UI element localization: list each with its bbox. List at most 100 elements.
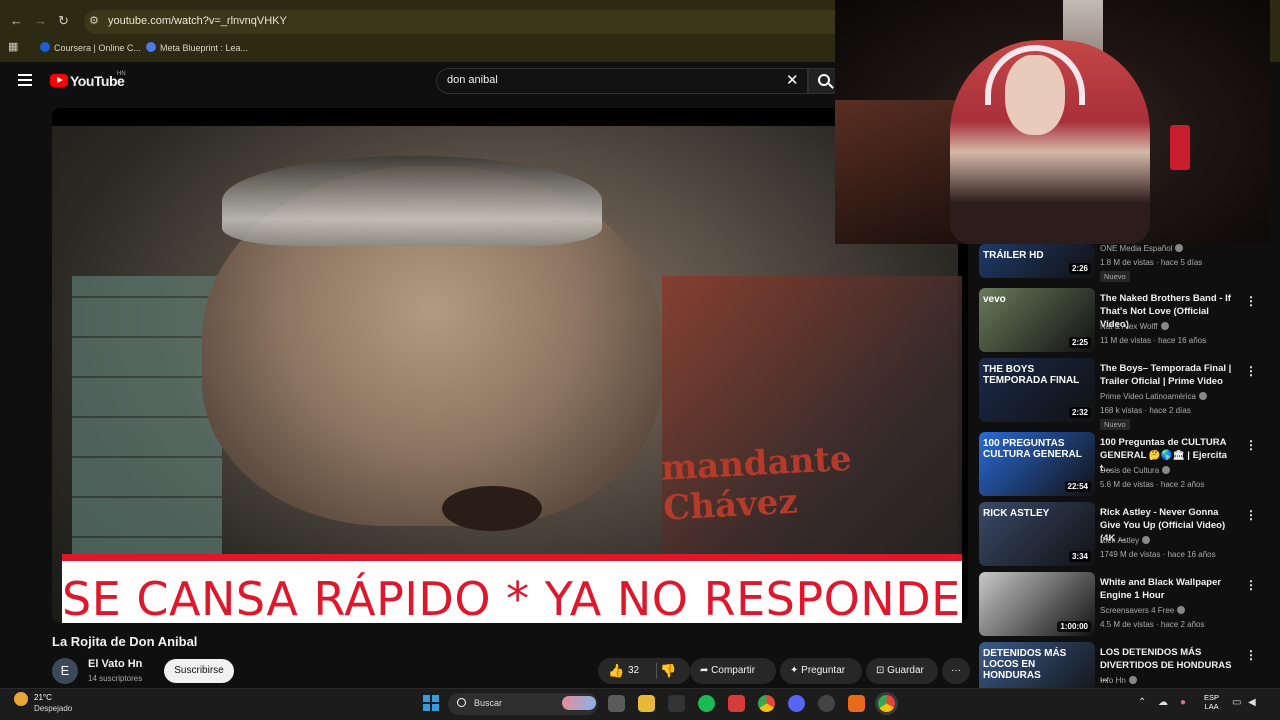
background-tiles	[72, 276, 222, 576]
coursera-icon	[40, 42, 50, 52]
app-icon[interactable]	[668, 695, 685, 712]
weather-icon[interactable]	[14, 692, 28, 706]
channel-label: Screensavers 4 Free	[1100, 606, 1175, 615]
weather-temperature[interactable]: 21°C	[34, 693, 52, 702]
spotify-icon[interactable]	[698, 695, 715, 712]
language-indicator[interactable]: ESP LAA	[1204, 693, 1219, 711]
save-button[interactable]: ⊡ Guardar	[866, 658, 938, 684]
more-options-icon[interactable]: ⋮	[1245, 508, 1257, 522]
site-info-icon[interactable]: ⚙	[89, 14, 99, 27]
recommendation-channel[interactable]: Screensavers 4 Free	[1100, 606, 1186, 615]
task-view-icon[interactable]	[608, 695, 625, 712]
recommendation-item[interactable]: 1:00:00 White and Black Wallpaper Engine …	[979, 572, 1279, 638]
more-options-icon[interactable]: ⋮	[1245, 438, 1257, 452]
network-icon[interactable]: ▭	[1232, 697, 1241, 708]
ask-button[interactable]: ✦ Preguntar	[780, 658, 862, 684]
recommendation-item[interactable]: RICK ASTLEY 3:34 Rick Astley - Never Gonna…	[979, 502, 1279, 568]
mic-icon[interactable]: ●	[1180, 697, 1186, 708]
webcam-overlay	[835, 0, 1270, 244]
recommendation-meta: 4.5 M de vistas · hace 2 años	[1100, 620, 1205, 629]
channel-label: Nat & Alex Wolff	[1100, 322, 1158, 331]
clear-search-icon[interactable]: ✕	[786, 71, 799, 89]
recommendation-channel[interactable]: Dosis de Cultura	[1100, 466, 1171, 475]
channel-label: Rick Astley	[1100, 536, 1140, 545]
recommendation-title[interactable]: White and Black Wallpaper Engine 1 Hour	[1100, 576, 1240, 602]
verified-icon	[1177, 606, 1186, 614]
discord-icon[interactable]	[788, 695, 805, 712]
channel-avatar[interactable]: E	[52, 658, 78, 684]
video-thumbnail[interactable]: TRÁILER HD 2:26	[979, 244, 1095, 278]
save-label: Guardar	[887, 665, 924, 676]
search-icon	[457, 698, 466, 707]
video-duration: 2:26	[1068, 263, 1091, 274]
sparkle-icon: ✦	[790, 665, 799, 676]
apps-grid-icon[interactable]: ▦	[8, 40, 18, 53]
weather-condition[interactable]: Despejado	[34, 704, 72, 713]
video-thumbnail[interactable]: 1:00:00	[979, 572, 1095, 636]
red-cup	[1170, 125, 1190, 170]
search-icon[interactable]	[818, 74, 830, 86]
person-mouth	[442, 486, 542, 531]
chevron-up-icon[interactable]: ⌃	[1138, 697, 1146, 708]
subscriber-count: 14 suscriptores	[88, 674, 143, 683]
like-count[interactable]: 32	[628, 658, 639, 684]
like-dislike-group: 👍 32 👎	[598, 658, 690, 684]
more-actions-button[interactable]: ···	[942, 658, 970, 684]
more-options-icon[interactable]: ⋮	[1245, 294, 1257, 308]
chrome-active-icon[interactable]	[878, 695, 895, 712]
channel-label: Prime Video Latinoamérica	[1100, 392, 1196, 401]
video-thumbnail[interactable]: vevo 2:25	[979, 288, 1095, 352]
video-duration: 2:32	[1068, 407, 1091, 418]
video-thumbnail[interactable]: RICK ASTLEY 3:34	[979, 502, 1095, 566]
verified-icon	[1128, 676, 1137, 684]
lang-top: ESP	[1204, 693, 1220, 702]
volume-icon[interactable]: ◀	[1248, 697, 1256, 708]
windows-start-icon[interactable]	[423, 695, 439, 711]
recommendation-channel[interactable]: Rick Astley	[1100, 536, 1151, 545]
more-options-icon[interactable]: ⋮	[1245, 648, 1257, 662]
more-options-icon[interactable]: ⋮	[1245, 578, 1257, 592]
back-icon[interactable]: ←	[10, 13, 23, 28]
recommendation-channel[interactable]: Prime Video Latinoamérica	[1100, 392, 1207, 401]
video-duration: 3:34	[1068, 551, 1091, 562]
recommendation-channel[interactable]: Nat & Alex Wolff	[1100, 322, 1169, 331]
game-icon[interactable]	[728, 695, 745, 712]
file-explorer-icon[interactable]	[638, 695, 655, 712]
channel-name[interactable]: El Vato Hn	[88, 658, 142, 670]
recommendation-channel[interactable]: ONE Media Español	[1100, 244, 1184, 253]
share-label: Compartir	[711, 665, 756, 676]
subscribe-button[interactable]: Suscribirse	[164, 659, 234, 683]
thumbnail-text: vevo	[983, 294, 1006, 305]
bookmark-coursera[interactable]: Coursera | Online C...	[40, 42, 141, 53]
video-thumbnail[interactable]: THE BOYS TEMPORADA FINAL 2:32	[979, 358, 1095, 422]
search-query[interactable]: don anibal	[447, 74, 498, 86]
menu-icon[interactable]	[18, 74, 32, 86]
share-button[interactable]: ➦ Compartir	[690, 658, 776, 684]
recommendation-item[interactable]: 100 PREGUNTAS CULTURA GENERAL 22:54 100 Pr…	[979, 432, 1279, 498]
recommendation-item[interactable]: vevo 2:25 The Naked Brothers Band - If Tha…	[979, 288, 1279, 354]
url-text[interactable]: youtube.com/watch?v=_rlnvnqVHKY	[108, 15, 287, 27]
recommendation-channel[interactable]: Info Hn	[1100, 676, 1137, 685]
chrome-icon[interactable]	[758, 695, 775, 712]
cloud-icon[interactable]: ☁	[1158, 697, 1168, 708]
like-icon[interactable]: 👍	[608, 658, 624, 684]
recommendation-meta: 168 k vistas · hace 2 días	[1100, 406, 1191, 415]
forward-icon[interactable]: →	[34, 13, 47, 28]
person-hair	[222, 156, 602, 246]
app-icon[interactable]	[848, 695, 865, 712]
bookmark-meta-blueprint[interactable]: Meta Blueprint : Lea...	[146, 42, 248, 53]
more-options-icon[interactable]: ⋮	[1245, 364, 1257, 378]
dislike-icon[interactable]: 👎	[660, 658, 676, 684]
video-player[interactable]: mandante Chávez SE CANSA RÁPIDO * YA NO …	[52, 108, 968, 623]
channel-label: ONE Media Español	[1100, 244, 1173, 253]
video-thumbnail[interactable]: 100 PREGUNTAS CULTURA GENERAL 22:54	[979, 432, 1095, 496]
new-badge: Nuevo	[1100, 271, 1130, 282]
recommendation-title[interactable]: The Boys– Temporada Final | Trailer Ofic…	[1100, 362, 1240, 388]
reload-icon[interactable]: ↻	[58, 13, 69, 29]
obs-icon[interactable]	[818, 695, 835, 712]
thumbnail-text: DETENIDOS MÁS LOCOS EN HONDURAS	[983, 648, 1067, 681]
youtube-logo-icon[interactable]	[50, 74, 68, 87]
recommendation-item[interactable]: THE BOYS TEMPORADA FINAL 2:32 The Boys– Te…	[979, 358, 1279, 430]
video-title: La Rojita de Don Anibal	[52, 634, 198, 649]
taskbar-search-placeholder[interactable]: Buscar	[474, 698, 502, 708]
